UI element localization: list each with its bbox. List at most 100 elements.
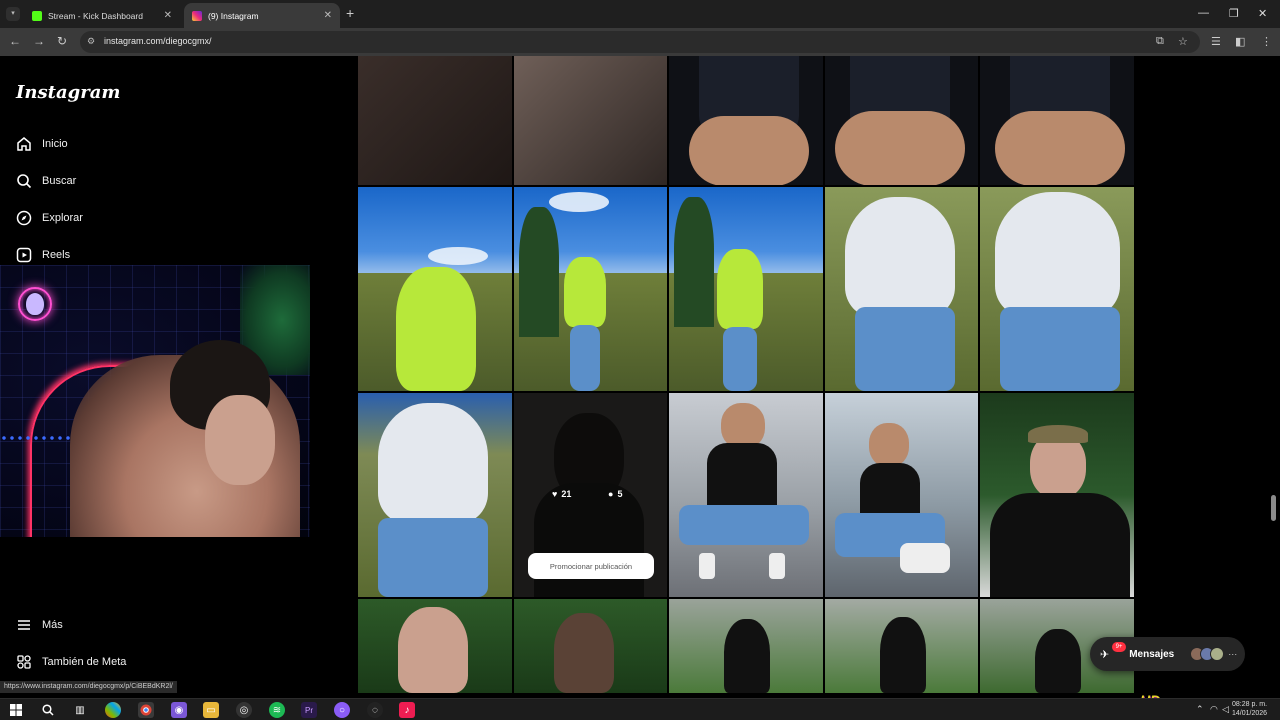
post-thumbnail[interactable] — [980, 187, 1134, 391]
reels-icon — [16, 247, 32, 263]
post-thumbnail[interactable] — [514, 56, 667, 185]
nav-item-reels[interactable]: Reels — [16, 247, 70, 263]
profile-posts-grid: ♥ 21 ● 5 Promocionar publicación — [358, 56, 1134, 693]
nav-item-mas[interactable]: Más — [16, 617, 63, 633]
task-view-icon[interactable]: ▥ — [72, 702, 88, 718]
forward-icon[interactable]: → — [33, 34, 45, 48]
post-thumbnail[interactable] — [514, 187, 667, 391]
address-bar[interactable] — [80, 31, 1200, 53]
tiktok-icon[interactable]: ♪ — [399, 702, 415, 718]
windows-taskbar: ▥ ◉ ▭ ◎ ≋ Pr ○ ◌ ♪ ⌃ ◠ ◁ 08:28 p. m. 14/… — [0, 698, 1280, 720]
messages-button[interactable]: ✈ 9+ Mensajes ··· — [1090, 637, 1245, 671]
post-thumbnail[interactable] — [358, 599, 512, 693]
comments-count: 5 — [617, 489, 623, 499]
obs-app-icon[interactable]: ◉ — [171, 702, 187, 718]
spotify-icon[interactable]: ≋ — [269, 702, 285, 718]
post-thumbnail[interactable] — [358, 187, 512, 391]
search-icon[interactable] — [40, 702, 56, 718]
site-info-icon[interactable]: ⚙ — [87, 36, 95, 47]
compass-icon — [16, 210, 32, 226]
promote-post-button[interactable]: Promocionar publicación — [528, 553, 654, 579]
nav-item-inicio[interactable]: Inicio — [16, 136, 68, 152]
clock[interactable]: 08:28 p. m. 14/01/2026 — [1232, 700, 1267, 718]
tab-instagram[interactable]: (9) Instagram ✕ — [184, 3, 340, 28]
app-icon[interactable]: ○ — [334, 702, 350, 718]
copilot-icon[interactable] — [105, 702, 121, 718]
messages-badge: 9+ — [1112, 642, 1126, 652]
messages-label: Mensajes — [1129, 648, 1175, 660]
nav-item-tambien-de-meta[interactable]: También de Meta — [16, 654, 126, 670]
chrome-icon[interactable] — [138, 702, 154, 718]
heart-icon: ♥ — [552, 489, 558, 499]
app-icon[interactable]: ◌ — [367, 702, 383, 718]
post-thumbnail[interactable] — [825, 393, 978, 597]
post-likes: ♥ 21 — [552, 489, 571, 499]
more-menu-icon[interactable]: ⋮ — [1261, 35, 1272, 48]
install-app-icon[interactable]: ⧉ — [1156, 35, 1164, 48]
comment-icon: ● — [608, 489, 614, 499]
app-icon[interactable]: ◎ — [236, 702, 252, 718]
url-text[interactable]: instagram.com/diegocgmx/ — [104, 36, 212, 46]
nav-label: Buscar — [42, 175, 77, 187]
nav-label: También de Meta — [42, 656, 127, 668]
browser-toolbar: ← → ↻ ⚙ instagram.com/diegocgmx/ ⧉ ☆ ☰ ◧… — [0, 28, 1280, 56]
nav-label: Reels — [42, 249, 71, 261]
nav-label: Inicio — [42, 138, 68, 150]
restore-icon[interactable]: ❐ — [1229, 7, 1239, 20]
tab-search-button[interactable]: ▾ — [6, 7, 20, 21]
premiere-icon[interactable]: Pr — [301, 702, 317, 718]
tray-overflow-icon[interactable]: ⌃ — [1196, 704, 1204, 715]
alien-face — [26, 293, 44, 315]
windows-start-icon[interactable] — [8, 702, 24, 718]
post-thumbnail[interactable] — [825, 599, 978, 693]
nav-label: Más — [42, 619, 63, 631]
new-tab-button[interactable]: + — [346, 5, 354, 21]
instagram-logo[interactable]: Instagram — [16, 82, 120, 103]
post-thumbnail[interactable] — [669, 599, 823, 693]
close-tab-icon[interactable]: ✕ — [324, 10, 332, 21]
post-comments: ● 5 — [608, 489, 622, 499]
kick-icon — [32, 10, 42, 21]
extension-icon[interactable]: ◧ — [1235, 35, 1245, 48]
close-tab-icon[interactable]: ✕ — [164, 10, 172, 21]
instagram-icon — [192, 10, 202, 21]
messenger-icon: ✈ — [1100, 648, 1110, 661]
search-icon — [16, 173, 32, 189]
post-thumbnail[interactable] — [669, 187, 823, 391]
post-thumbnail[interactable] — [358, 56, 512, 185]
page-scrollbar[interactable] — [1271, 495, 1276, 521]
post-thumbnail[interactable] — [358, 393, 512, 597]
clock-date: 14/01/2026 — [1232, 710, 1268, 717]
menu-icon — [16, 617, 32, 633]
close-window-icon[interactable]: ✕ — [1258, 7, 1267, 20]
post-thumbnail[interactable] — [514, 599, 667, 693]
browser-tab-bar: ▾ Stream - Kick Dashboard ✕ (9) Instagra… — [0, 0, 1280, 28]
post-thumbnail[interactable] — [669, 56, 823, 185]
likes-count: 21 — [561, 489, 572, 499]
post-thumbnail[interactable] — [980, 393, 1134, 597]
clock-time: 08:28 p. m. — [1232, 701, 1268, 708]
minimize-icon[interactable]: — — [1198, 7, 1209, 19]
meta-icon — [16, 654, 32, 670]
avatar — [1210, 647, 1225, 661]
post-thumbnail[interactable] — [980, 56, 1134, 185]
volume-icon[interactable]: ◁ — [1222, 704, 1229, 715]
nav-item-explorar[interactable]: Explorar — [16, 210, 83, 226]
bookmark-star-icon[interactable]: ☆ — [1178, 35, 1188, 48]
nav-label: Explorar — [42, 212, 83, 224]
home-icon — [16, 136, 32, 152]
post-thumbnail[interactable] — [669, 393, 823, 597]
tab-kick-dashboard[interactable]: Stream - Kick Dashboard ✕ — [24, 3, 180, 28]
reload-icon[interactable]: ↻ — [57, 34, 67, 48]
more-icon: ··· — [1228, 649, 1238, 659]
reading-list-icon[interactable]: ☰ — [1211, 35, 1221, 48]
streamer-face — [205, 395, 275, 485]
post-thumbnail[interactable] — [825, 187, 978, 391]
nav-item-buscar[interactable]: Buscar — [16, 173, 76, 189]
file-explorer-icon[interactable]: ▭ — [203, 702, 219, 718]
tab-title: Stream - Kick Dashboard — [48, 10, 143, 21]
wifi-icon[interactable]: ◠ — [1210, 704, 1218, 715]
webcam-overlay — [0, 265, 310, 537]
back-icon[interactable]: ← — [9, 34, 21, 48]
post-thumbnail[interactable] — [825, 56, 978, 185]
